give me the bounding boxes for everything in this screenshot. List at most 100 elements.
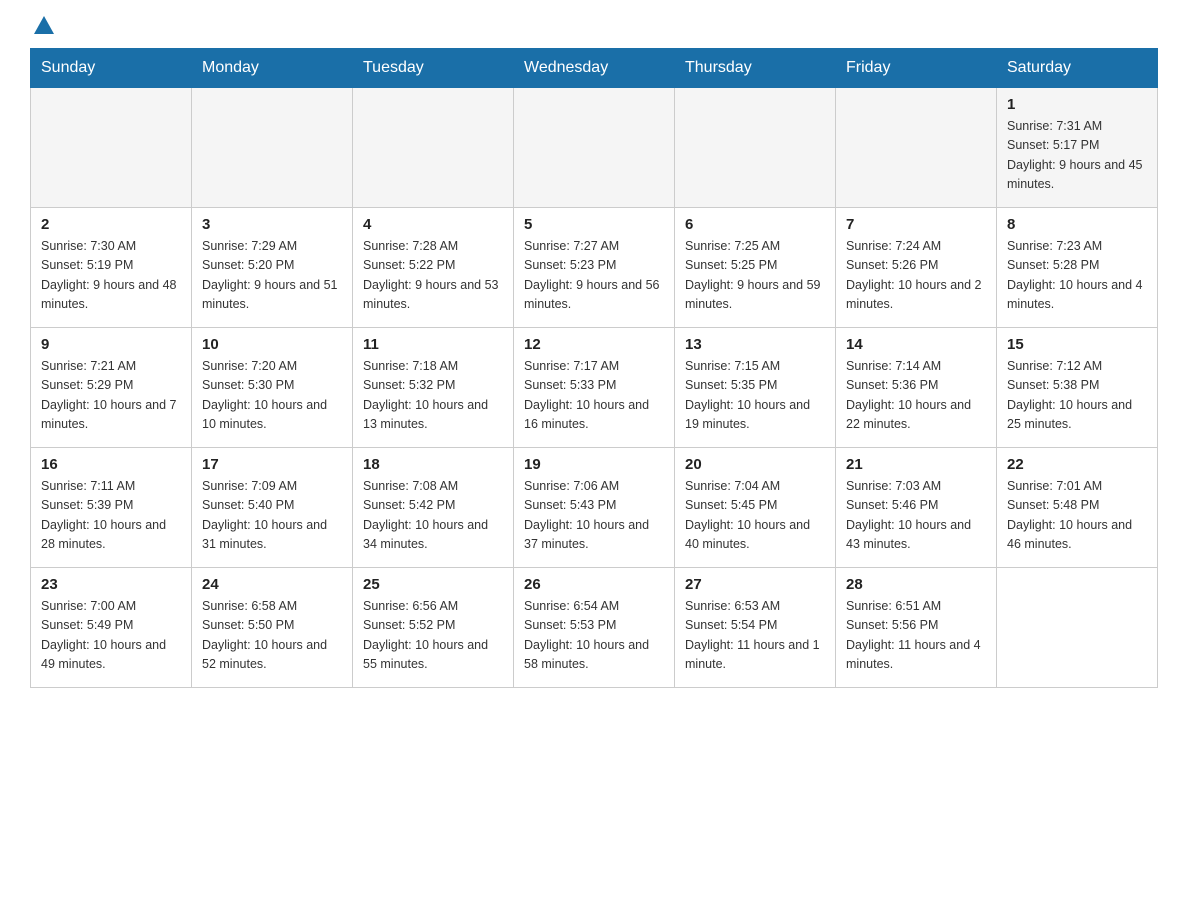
day-info: Sunrise: 7:14 AM Sunset: 5:36 PM Dayligh… [846,357,986,435]
calendar-cell: 5 Sunrise: 7:27 AM Sunset: 5:23 PM Daylig… [514,208,675,328]
calendar-cell: 7Sunrise: 7:24 AM Sunset: 5:26 PM Daylig… [836,208,997,328]
logo [30,20,54,32]
calendar-cell: 24 Sunrise: 6:58 AM Sunset: 5:50 PM Dayli… [192,568,353,688]
day-of-week-header: Tuesday [353,49,514,88]
calendar-cell [31,88,192,208]
day-info: Sunrise: 7:18 AM Sunset: 5:32 PM Dayligh… [363,357,503,435]
day-number: 7 [846,216,986,233]
day-info: Sunrise: 7:04 AM Sunset: 5:45 PM Dayligh… [685,477,825,555]
day-info: Sunrise: 7:08 AM Sunset: 5:42 PM Dayligh… [363,477,503,555]
day-number: 25 [363,576,503,593]
day-of-week-header: Sunday [31,49,192,88]
calendar-cell: 2 Sunrise: 7:30 AM Sunset: 5:19 PM Daylig… [31,208,192,328]
calendar-header-row: SundayMondayTuesdayWednesdayThursdayFrid… [31,49,1158,88]
calendar-cell: 10 Sunrise: 7:20 AM Sunset: 5:30 PM Dayli… [192,328,353,448]
day-info: Sunrise: 7:01 AM Sunset: 5:48 PM Dayligh… [1007,477,1147,555]
logo-triangle-icon [34,16,54,34]
day-of-week-header: Wednesday [514,49,675,88]
day-number: 11 [363,336,503,353]
calendar-cell: 23 Sunrise: 7:00 AM Sunset: 5:49 PM Dayli… [31,568,192,688]
calendar-cell: 9 Sunrise: 7:21 AM Sunset: 5:29 PM Daylig… [31,328,192,448]
calendar-table: SundayMondayTuesdayWednesdayThursdayFrid… [30,48,1158,688]
day-number: 15 [1007,336,1147,353]
calendar-cell: 6 Sunrise: 7:25 AM Sunset: 5:25 PM Daylig… [675,208,836,328]
day-of-week-header: Saturday [997,49,1158,88]
day-number: 22 [1007,456,1147,473]
calendar-cell: 16 Sunrise: 7:11 AM Sunset: 5:39 PM Dayli… [31,448,192,568]
calendar-week-row: 23 Sunrise: 7:00 AM Sunset: 5:49 PM Dayli… [31,568,1158,688]
day-number: 19 [524,456,664,473]
calendar-cell [192,88,353,208]
day-number: 18 [363,456,503,473]
day-info: Sunrise: 6:56 AM Sunset: 5:52 PM Dayligh… [363,597,503,675]
calendar-cell [514,88,675,208]
day-number: 9 [41,336,181,353]
day-number: 10 [202,336,342,353]
day-number: 8 [1007,216,1147,233]
day-info: Sunrise: 7:27 AM Sunset: 5:23 PM Dayligh… [524,237,664,315]
calendar-cell [675,88,836,208]
calendar-week-row: 2 Sunrise: 7:30 AM Sunset: 5:19 PM Daylig… [31,208,1158,328]
day-info: Sunrise: 7:00 AM Sunset: 5:49 PM Dayligh… [41,597,181,675]
calendar-cell: 28 Sunrise: 6:51 AM Sunset: 5:56 PM Dayli… [836,568,997,688]
calendar-week-row: 9 Sunrise: 7:21 AM Sunset: 5:29 PM Daylig… [31,328,1158,448]
calendar-cell: 13 Sunrise: 7:15 AM Sunset: 5:35 PM Dayli… [675,328,836,448]
calendar-cell: 20 Sunrise: 7:04 AM Sunset: 5:45 PM Dayli… [675,448,836,568]
day-number: 6 [685,216,825,233]
day-of-week-header: Thursday [675,49,836,88]
day-info: Sunrise: 7:09 AM Sunset: 5:40 PM Dayligh… [202,477,342,555]
day-number: 3 [202,216,342,233]
day-info: Sunrise: 7:15 AM Sunset: 5:35 PM Dayligh… [685,357,825,435]
day-info: Sunrise: 6:54 AM Sunset: 5:53 PM Dayligh… [524,597,664,675]
day-info: Sunrise: 7:23 AM Sunset: 5:28 PM Dayligh… [1007,237,1147,315]
calendar-cell: 21 Sunrise: 7:03 AM Sunset: 5:46 PM Dayli… [836,448,997,568]
day-info: Sunrise: 7:20 AM Sunset: 5:30 PM Dayligh… [202,357,342,435]
calendar-cell: 17 Sunrise: 7:09 AM Sunset: 5:40 PM Dayli… [192,448,353,568]
calendar-cell [353,88,514,208]
day-number: 13 [685,336,825,353]
day-number: 27 [685,576,825,593]
calendar-cell: 12 Sunrise: 7:17 AM Sunset: 5:33 PM Dayli… [514,328,675,448]
day-number: 28 [846,576,986,593]
day-number: 24 [202,576,342,593]
day-info: Sunrise: 7:17 AM Sunset: 5:33 PM Dayligh… [524,357,664,435]
calendar-cell: 27 Sunrise: 6:53 AM Sunset: 5:54 PM Dayli… [675,568,836,688]
day-number: 2 [41,216,181,233]
day-number: 21 [846,456,986,473]
day-number: 12 [524,336,664,353]
calendar-cell: 22 Sunrise: 7:01 AM Sunset: 5:48 PM Dayli… [997,448,1158,568]
calendar-week-row: 16 Sunrise: 7:11 AM Sunset: 5:39 PM Dayli… [31,448,1158,568]
calendar-cell: 25 Sunrise: 6:56 AM Sunset: 5:52 PM Dayli… [353,568,514,688]
day-info: Sunrise: 7:25 AM Sunset: 5:25 PM Dayligh… [685,237,825,315]
day-info: Sunrise: 6:53 AM Sunset: 5:54 PM Dayligh… [685,597,825,675]
day-info: Sunrise: 7:31 AM Sunset: 5:17 PM Dayligh… [1007,117,1147,195]
calendar-cell: 4 Sunrise: 7:28 AM Sunset: 5:22 PM Daylig… [353,208,514,328]
calendar-cell: 11 Sunrise: 7:18 AM Sunset: 5:32 PM Dayli… [353,328,514,448]
day-info: Sunrise: 7:03 AM Sunset: 5:46 PM Dayligh… [846,477,986,555]
day-number: 14 [846,336,986,353]
day-info: Sunrise: 6:58 AM Sunset: 5:50 PM Dayligh… [202,597,342,675]
day-info: Sunrise: 7:29 AM Sunset: 5:20 PM Dayligh… [202,237,342,315]
day-number: 1 [1007,96,1147,113]
day-info: Sunrise: 7:21 AM Sunset: 5:29 PM Dayligh… [41,357,181,435]
page-header [30,20,1158,32]
calendar-cell: 3 Sunrise: 7:29 AM Sunset: 5:20 PM Daylig… [192,208,353,328]
day-number: 17 [202,456,342,473]
day-info: Sunrise: 7:06 AM Sunset: 5:43 PM Dayligh… [524,477,664,555]
day-number: 16 [41,456,181,473]
day-info: Sunrise: 7:11 AM Sunset: 5:39 PM Dayligh… [41,477,181,555]
calendar-cell: 18 Sunrise: 7:08 AM Sunset: 5:42 PM Dayli… [353,448,514,568]
calendar-cell: 1 Sunrise: 7:31 AM Sunset: 5:17 PM Daylig… [997,88,1158,208]
calendar-cell: 8 Sunrise: 7:23 AM Sunset: 5:28 PM Daylig… [997,208,1158,328]
day-number: 5 [524,216,664,233]
calendar-cell: 19 Sunrise: 7:06 AM Sunset: 5:43 PM Dayli… [514,448,675,568]
day-of-week-header: Friday [836,49,997,88]
day-info: Sunrise: 7:28 AM Sunset: 5:22 PM Dayligh… [363,237,503,315]
day-number: 20 [685,456,825,473]
calendar-cell [997,568,1158,688]
day-number: 4 [363,216,503,233]
day-info: Sunrise: 7:30 AM Sunset: 5:19 PM Dayligh… [41,237,181,315]
day-number: 23 [41,576,181,593]
day-number: 26 [524,576,664,593]
day-info: Sunrise: 6:51 AM Sunset: 5:56 PM Dayligh… [846,597,986,675]
